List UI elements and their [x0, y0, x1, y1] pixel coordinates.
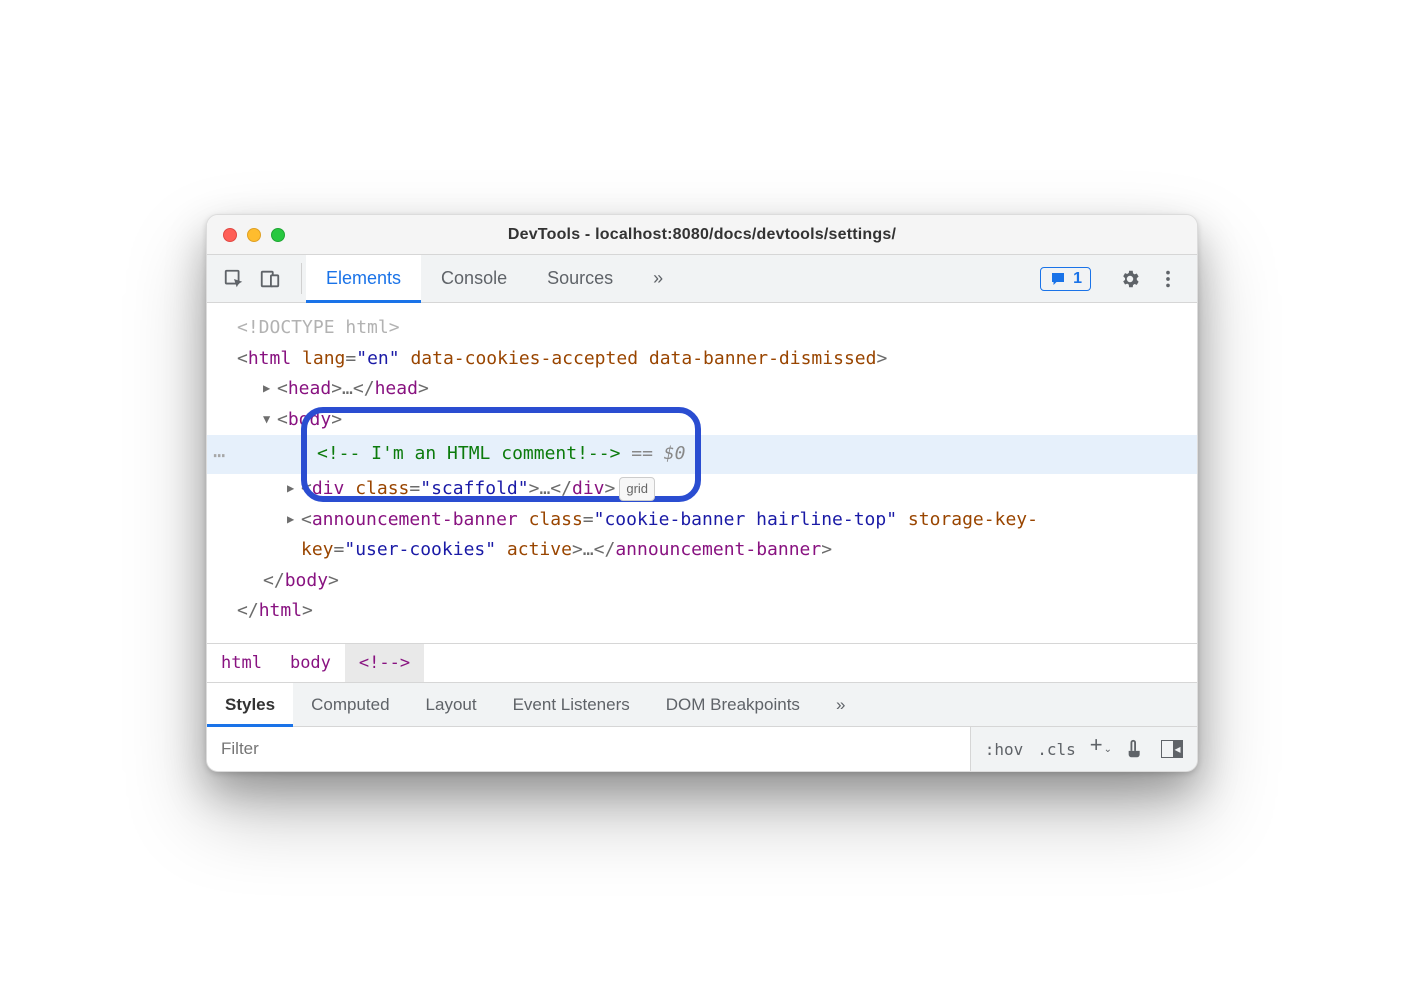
expand-triangle-icon[interactable]: ▶	[287, 478, 299, 498]
tree-row[interactable]: </body>	[207, 566, 1197, 597]
tree-row[interactable]: ▶<announcement-banner class="cookie-bann…	[207, 505, 1197, 566]
inspect-element-icon[interactable]	[223, 268, 245, 290]
tree-row[interactable]: ▶<div class="scaffold">…</div>grid	[207, 474, 1197, 505]
hov-toggle[interactable]: :hov	[985, 740, 1024, 759]
collapse-triangle-icon[interactable]: ▼	[263, 409, 275, 429]
window-controls	[223, 228, 285, 242]
breadcrumb-comment[interactable]: <!-->	[345, 644, 424, 682]
close-window-button[interactable]	[223, 228, 237, 242]
doctype: <!DOCTYPE html>	[237, 317, 400, 338]
zoom-window-button[interactable]	[271, 228, 285, 242]
tabbar-right: 1	[1040, 255, 1191, 302]
highlight-ring: <!-- I'm an HTML comment!--> == $0	[307, 435, 695, 474]
main-tabbar: Elements Console Sources » 1	[207, 255, 1197, 303]
tree-row[interactable]: ▼<body>	[207, 405, 1197, 436]
styles-tabbar: Styles Computed Layout Event Listeners D…	[207, 683, 1197, 727]
subtab-layout[interactable]: Layout	[408, 683, 495, 726]
new-style-rule-button[interactable]: +⌄	[1090, 734, 1111, 756]
tree-row[interactable]: <html lang="en" data-cookies-accepted da…	[207, 344, 1197, 375]
styles-filter-bar: :hov .cls +⌄ ◂	[207, 727, 1197, 771]
elements-dom-tree[interactable]: <!DOCTYPE html> <html lang="en" data-coo…	[207, 303, 1197, 643]
row-actions-ellipsis-icon[interactable]: ⋯	[213, 438, 226, 472]
issues-badge[interactable]: 1	[1040, 267, 1091, 291]
minimize-window-button[interactable]	[247, 228, 261, 242]
expand-triangle-icon[interactable]: ▶	[263, 378, 275, 398]
subtab-computed[interactable]: Computed	[293, 683, 407, 726]
html-comment: <!-- I'm an HTML comment!-->	[317, 443, 620, 464]
grid-badge[interactable]: grid	[619, 477, 655, 501]
divider	[301, 263, 302, 294]
tab-console[interactable]: Console	[421, 255, 527, 302]
subtab-styles[interactable]: Styles	[207, 683, 293, 726]
issues-count: 1	[1073, 270, 1082, 288]
styles-filter-controls: :hov .cls +⌄ ◂	[971, 727, 1197, 771]
subtab-more[interactable]: »	[818, 683, 863, 726]
cls-toggle[interactable]: .cls	[1037, 740, 1076, 759]
selected-marker: == $0	[620, 443, 685, 464]
kebab-menu-icon[interactable]	[1157, 268, 1179, 290]
tab-sources[interactable]: Sources	[527, 255, 633, 302]
expand-triangle-icon[interactable]: ▶	[287, 509, 299, 529]
devtools-window: DevTools - localhost:8080/docs/devtools/…	[206, 214, 1198, 772]
breadcrumb-body[interactable]: body	[276, 644, 345, 682]
speech-bubble-icon	[1049, 270, 1067, 288]
inspect-tools	[207, 255, 297, 302]
device-toolbar-icon[interactable]	[259, 268, 281, 290]
breadcrumb-bar: html body <!-->	[207, 643, 1197, 683]
selected-tree-row[interactable]: ⋯ <!-- I'm an HTML comment!--> == $0	[207, 435, 1197, 474]
subtab-event-listeners[interactable]: Event Listeners	[495, 683, 648, 726]
tab-elements[interactable]: Elements	[306, 255, 421, 302]
paint-brush-icon[interactable]	[1125, 738, 1147, 760]
settings-gear-icon[interactable]	[1119, 268, 1141, 290]
window-title: DevTools - localhost:8080/docs/devtools/…	[223, 226, 1181, 244]
tab-more[interactable]: »	[633, 255, 683, 302]
subtab-dom-breakpoints[interactable]: DOM Breakpoints	[648, 683, 818, 726]
tree-row[interactable]: ▶<head>…</head>	[207, 374, 1197, 405]
tree-row[interactable]: <!DOCTYPE html>	[207, 313, 1197, 344]
toggle-sidebar-icon[interactable]: ◂	[1161, 740, 1183, 758]
breadcrumb-html[interactable]: html	[207, 644, 276, 682]
tree-row[interactable]: </html>	[207, 596, 1197, 627]
styles-filter-input[interactable]	[207, 727, 971, 771]
titlebar: DevTools - localhost:8080/docs/devtools/…	[207, 215, 1197, 255]
